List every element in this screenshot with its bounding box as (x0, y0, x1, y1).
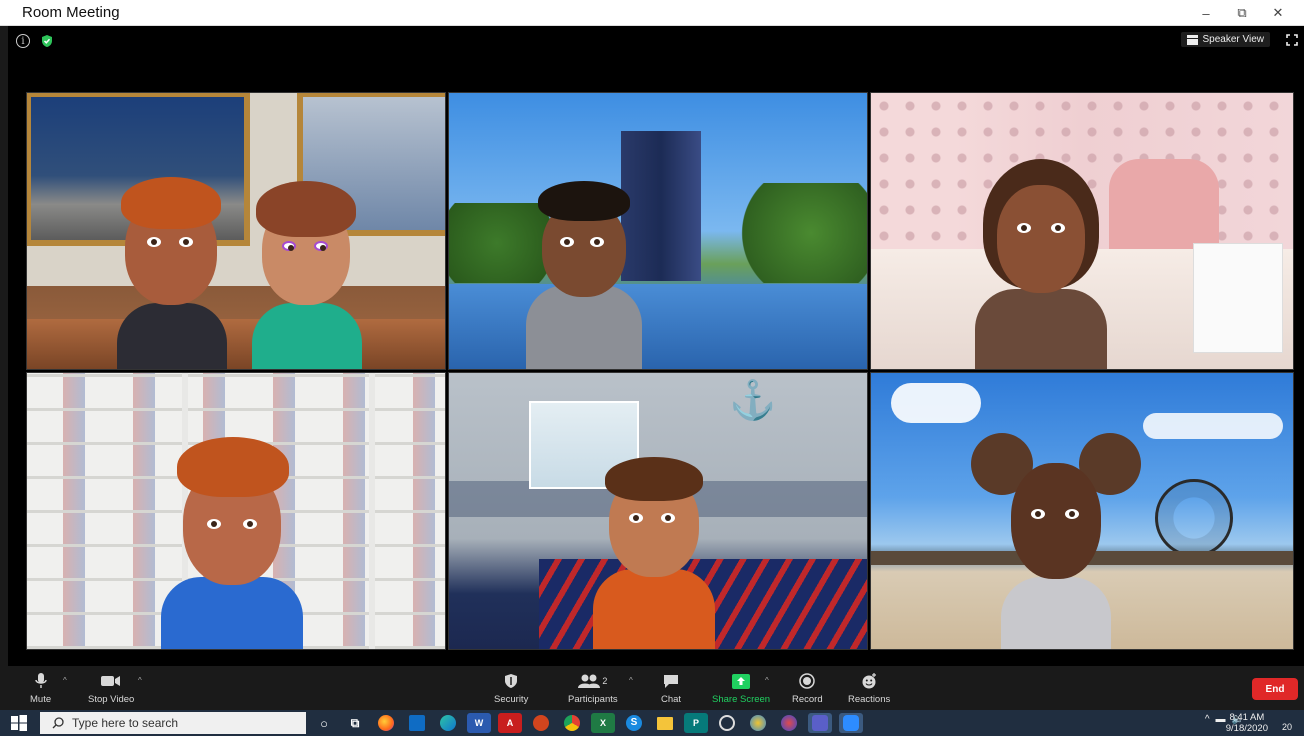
video-tile[interactable]: ⚓ (448, 372, 868, 650)
minimize-button[interactable]: – (1188, 2, 1224, 24)
end-meeting-button[interactable]: End (1252, 678, 1298, 700)
taskbar-search-box[interactable]: Type here to search (40, 712, 306, 734)
avatar (971, 433, 1141, 649)
shelf-divider (369, 373, 375, 649)
chat-icon (664, 674, 679, 688)
search-placeholder: Type here to search (72, 716, 179, 730)
notification-center-icon[interactable]: 20 (1278, 714, 1296, 732)
reflecting-pool (449, 284, 867, 369)
video-tile[interactable] (870, 92, 1294, 370)
reactions-label: Reactions (848, 694, 891, 705)
chevron-up-icon[interactable]: ^ (765, 676, 769, 685)
avatar (589, 455, 719, 649)
chat-button[interactable]: Chat (661, 670, 681, 705)
share-screen-button[interactable]: Share Screen (712, 670, 770, 705)
cortana-icon[interactable]: ○ (312, 713, 336, 733)
participants-label: Participants (568, 694, 618, 705)
mute-button[interactable]: Mute (30, 670, 51, 705)
window-controls: – ⧉ ✕ (1188, 2, 1296, 24)
chevron-up-icon[interactable]: ^ (1205, 714, 1210, 725)
mute-label: Mute (30, 694, 52, 705)
close-button[interactable]: ✕ (1260, 2, 1296, 24)
word-icon[interactable]: W (467, 713, 491, 733)
chevron-up-icon[interactable]: ^ (138, 676, 142, 685)
chrome-icon[interactable] (560, 713, 584, 733)
obs-icon[interactable] (715, 713, 739, 733)
zoom-icon[interactable] (839, 713, 863, 733)
cloud (1143, 413, 1283, 439)
avatar (524, 179, 644, 369)
avatar (971, 159, 1111, 369)
security-label: Security (494, 694, 529, 705)
video-tile[interactable] (26, 92, 446, 370)
window-title-bar: Room Meeting – ⧉ ✕ (0, 0, 1304, 26)
reactions-button[interactable]: Reactions (848, 670, 890, 705)
taskbar-apps: ○ ⧉ W A X S P (312, 713, 863, 733)
fullscreen-icon[interactable] (1286, 34, 1298, 46)
speaker-view-label: Speaker View (1202, 34, 1264, 45)
network-icon[interactable]: ▬ (1216, 714, 1226, 725)
publisher-icon[interactable]: P (684, 713, 708, 733)
clock-time: 8:41 AM (1229, 712, 1265, 723)
nightstand (1193, 243, 1283, 353)
participants-button[interactable]: 2 Participants (568, 670, 618, 705)
avatar (157, 427, 307, 649)
trees (727, 183, 867, 283)
participants-icon (578, 674, 601, 688)
video-tile[interactable] (870, 372, 1294, 650)
record-button[interactable]: Record (792, 670, 823, 705)
record-icon (799, 673, 816, 689)
record-label: Record (792, 694, 823, 705)
avatar (242, 173, 372, 369)
app-icon[interactable] (777, 713, 801, 733)
anchor-icon: ⚓ (729, 380, 777, 422)
grid-view-icon (1187, 34, 1199, 45)
notification-count: 20 (1281, 722, 1292, 732)
avatar (107, 173, 237, 369)
microphone-icon (34, 673, 47, 688)
taskbar-clock[interactable]: 8:41 AM 9/18/2020 (1226, 712, 1268, 734)
speaker-view-button[interactable]: Speaker View (1181, 32, 1270, 47)
chat-label: Chat (661, 694, 682, 705)
task-view-icon[interactable]: ⧉ (343, 713, 367, 733)
meeting-controls: Mute ^ Stop Video ^ Security 2 Participa… (0, 666, 1304, 710)
participants-count: 2 (602, 676, 608, 686)
acrobat-icon[interactable]: A (498, 713, 522, 733)
info-icon[interactable]: i (16, 34, 30, 48)
video-tile[interactable] (448, 92, 868, 370)
security-button[interactable]: Security (494, 670, 528, 705)
powerpoint-icon[interactable] (529, 713, 553, 733)
stop-video-button[interactable]: Stop Video (88, 670, 134, 705)
restore-button[interactable]: ⧉ (1224, 2, 1260, 24)
windows-start-icon[interactable] (10, 714, 28, 732)
ferris-wheel (1155, 479, 1233, 557)
video-camera-icon (101, 676, 121, 686)
firefox-icon[interactable] (374, 713, 398, 733)
shield-icon (505, 674, 518, 688)
smiley-icon (862, 673, 877, 689)
stop-video-label: Stop Video (88, 694, 135, 705)
share-screen-label: Share Screen (712, 694, 771, 705)
video-tile[interactable] (26, 372, 446, 650)
gallery-grid: ⚓ (26, 92, 1294, 650)
app-icon[interactable] (746, 713, 770, 733)
share-screen-icon (732, 673, 751, 689)
excel-icon[interactable]: X (591, 713, 615, 733)
windows-taskbar: Type here to search ○ ⧉ W A X S P ^ ▬ 🔈 … (0, 710, 1304, 736)
search-icon (52, 717, 64, 729)
chevron-up-icon[interactable]: ^ (63, 676, 67, 685)
skype-icon[interactable]: S (622, 713, 646, 733)
chevron-up-icon[interactable]: ^ (629, 676, 633, 685)
teams-icon[interactable] (808, 713, 832, 733)
outlook-icon[interactable] (405, 713, 429, 733)
file-explorer-icon[interactable] (653, 713, 677, 733)
encryption-shield-icon[interactable] (40, 34, 54, 48)
cloud (891, 383, 981, 423)
edge-icon[interactable] (436, 713, 460, 733)
meeting-top-icons: i (16, 34, 54, 48)
meeting-area: i Speaker View ⚓ (8, 26, 1304, 666)
clock-date: 9/18/2020 (1225, 723, 1268, 734)
window-title: Room Meeting (22, 4, 120, 21)
